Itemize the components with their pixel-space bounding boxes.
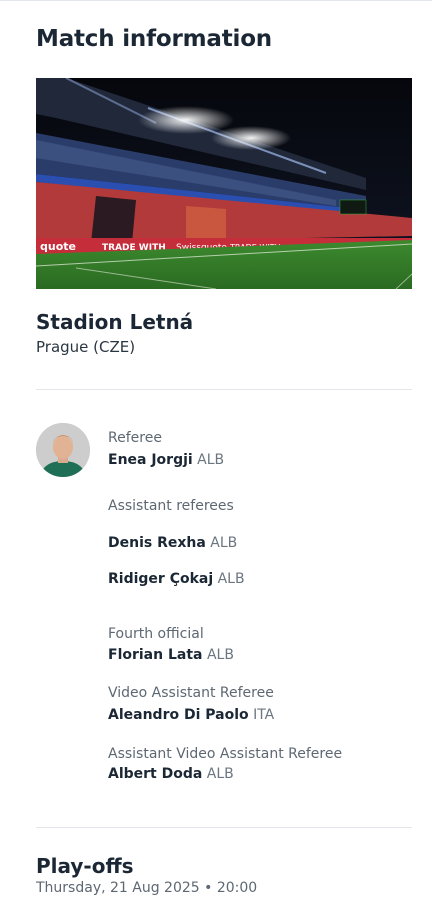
stadium-photo: quote TRADE WITH Swissquote TRADE WITH	[36, 78, 412, 289]
assistant-referee-nationality: ALB	[217, 571, 245, 587]
assistant-referees-label: Assistant referees	[108, 498, 234, 514]
stadium-city: Prague (CZE)	[36, 338, 136, 356]
divider	[36, 827, 412, 828]
assistant-referee-name: Denis Rexha	[108, 535, 206, 551]
stadium-name: Stadion Letná	[36, 310, 194, 334]
referee[interactable]: Enea Jorgji ALB	[108, 452, 224, 468]
assistant-referee-1[interactable]: Denis Rexha ALB	[108, 535, 237, 551]
avar-label: Assistant Video Assistant Referee	[108, 746, 343, 762]
assistant-referee-2[interactable]: Ridiger Çokaj ALB	[108, 571, 245, 587]
assistant-video-assistant-referee[interactable]: Albert Doda ALB	[108, 766, 234, 782]
top-rule	[0, 0, 432, 1]
referee-avatar	[36, 423, 90, 477]
avar-name: Albert Doda	[108, 766, 203, 782]
fourth-official-nationality: ALB	[206, 647, 234, 663]
var-name: Aleandro Di Paolo	[108, 707, 249, 723]
divider	[36, 389, 412, 390]
referee-label: Referee	[108, 430, 162, 446]
referee-name: Enea Jorgji	[108, 452, 193, 468]
var-label: Video Assistant Referee	[108, 685, 274, 701]
var-nationality: ITA	[253, 707, 275, 723]
fourth-official-name: Florian Lata	[108, 647, 203, 663]
match-stage: Play-offs	[36, 854, 134, 878]
fourth-official-label: Fourth official	[108, 626, 204, 642]
page-title: Match information	[36, 26, 272, 52]
assistant-referee-nationality: ALB	[210, 535, 238, 551]
match-date: Thursday, 21 Aug 2025 • 20:00	[36, 880, 258, 896]
avar-nationality: ALB	[206, 766, 234, 782]
referee-nationality: ALB	[197, 452, 225, 468]
video-assistant-referee[interactable]: Aleandro Di Paolo ITA	[108, 707, 274, 723]
assistant-referee-name: Ridiger Çokaj	[108, 571, 214, 587]
fourth-official[interactable]: Florian Lata ALB	[108, 647, 234, 663]
board-text-1: quote	[40, 240, 76, 253]
